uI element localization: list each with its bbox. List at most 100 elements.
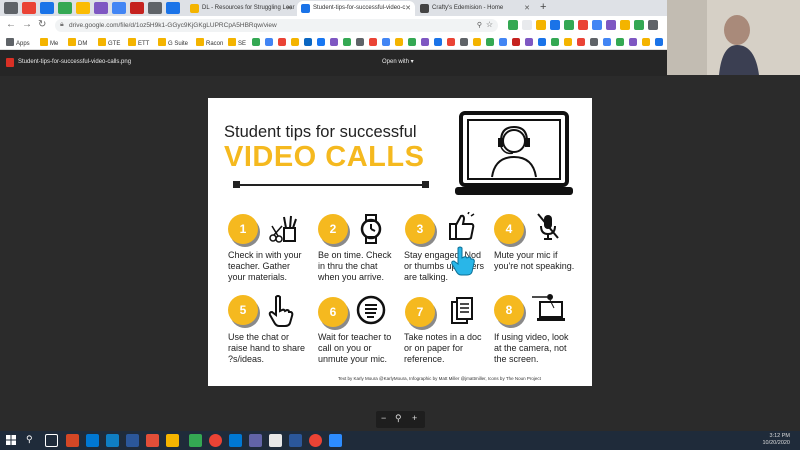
bookmark-icon[interactable] (512, 38, 520, 46)
edge-icon[interactable] (106, 434, 119, 447)
bookmark-gsuite[interactable]: G Suite (158, 38, 188, 47)
app-icon[interactable] (86, 434, 99, 447)
outlook-icon[interactable] (229, 434, 242, 447)
bookmark-icon[interactable] (317, 38, 325, 46)
extension-icon[interactable] (592, 20, 602, 30)
search-icon[interactable]: ⚲ (26, 434, 33, 445)
search-icon[interactable]: ⚲ (477, 21, 482, 29)
file-explorer-icon[interactable] (166, 434, 179, 447)
bookmark-gte[interactable]: GTE (98, 38, 120, 47)
app-icon[interactable] (269, 434, 282, 447)
star-icon[interactable]: ☆ (486, 20, 493, 29)
bookmark-icon[interactable] (382, 38, 390, 46)
bookmark-icon[interactable] (486, 38, 494, 46)
bookmark-icon[interactable] (538, 38, 546, 46)
bookmark-racon[interactable]: Racon (196, 38, 223, 47)
powerpoint-icon[interactable] (66, 434, 79, 447)
bookmark-icon[interactable] (577, 38, 585, 46)
bookmark-icon[interactable] (473, 38, 481, 46)
pinned-tab-icon[interactable] (40, 2, 54, 14)
teams-icon[interactable] (249, 434, 262, 447)
bookmark-dm[interactable]: DM (68, 38, 87, 47)
bookmark-icon[interactable] (525, 38, 533, 46)
zoom-icon[interactable] (329, 434, 342, 447)
pinned-tab-icon[interactable] (58, 2, 72, 14)
extension-icon[interactable] (634, 20, 644, 30)
extension-icon[interactable] (536, 20, 546, 30)
bookmark-icon[interactable] (499, 38, 507, 46)
bookmark-icon[interactable] (460, 38, 468, 46)
close-icon[interactable]: ✕ (286, 4, 292, 12)
word-icon[interactable] (289, 434, 302, 447)
bookmark-icon[interactable] (642, 38, 650, 46)
tab-resources[interactable]: DL - Resources for Struggling Lear ✕ (186, 1, 296, 16)
windows-taskbar: ⚲ 3:12 PM 10/20/2020 (0, 431, 800, 450)
back-icon[interactable]: ← (6, 19, 16, 30)
close-icon[interactable]: ✕ (405, 4, 411, 12)
bookmark-icon[interactable] (369, 38, 377, 46)
system-clock[interactable]: 3:12 PM 10/20/2020 (762, 433, 790, 447)
windows-start-icon[interactable] (6, 435, 16, 445)
extension-icon[interactable] (550, 20, 560, 30)
drive-icon[interactable] (76, 2, 90, 14)
extension-icon[interactable] (620, 20, 630, 30)
address-bar[interactable]: 🔒︎ drive.google.com/file/d/1oz5H9k1-GGyc… (55, 19, 498, 32)
bookmark-icon[interactable] (304, 38, 312, 46)
bookmark-se[interactable]: SE (228, 38, 246, 47)
bookmark-icon[interactable] (655, 38, 663, 46)
zoom-out-button[interactable]: − (381, 413, 386, 423)
bookmark-icon[interactable] (343, 38, 351, 46)
task-view-icon[interactable] (45, 434, 58, 447)
bookmark-icon[interactable] (265, 38, 273, 46)
bookmark-icon[interactable] (434, 38, 442, 46)
pinned-tab-icon[interactable] (112, 2, 126, 14)
bookmark-icon[interactable] (408, 38, 416, 46)
folder-icon (128, 38, 136, 46)
extension-icon[interactable] (522, 20, 532, 30)
bookmark-icon[interactable] (278, 38, 286, 46)
chrome-icon[interactable] (209, 434, 222, 447)
reload-icon[interactable]: ↻ (38, 19, 46, 30)
zoom-icon[interactable]: ⚲ (395, 413, 402, 424)
open-with-button[interactable]: Open with ▾ (382, 58, 414, 65)
pinned-tab-icon[interactable] (94, 2, 108, 14)
tab-craftys[interactable]: Crafty's Edemision - Home ✕ (416, 1, 534, 16)
bookmark-apps[interactable]: Apps (6, 38, 30, 47)
extension-icon[interactable] (578, 20, 588, 30)
bookmark-icon[interactable] (564, 38, 572, 46)
tab-student-tips[interactable]: Student-tips-for-successful-video-c ✕ (297, 1, 415, 16)
bookmark-me[interactable]: Me (40, 38, 58, 47)
bookmark-icon[interactable] (616, 38, 624, 46)
docs-icon (190, 4, 199, 13)
bookmark-icon[interactable] (447, 38, 455, 46)
gmail-icon[interactable] (22, 2, 36, 14)
bookmark-icon[interactable] (421, 38, 429, 46)
forward-icon[interactable]: → (22, 19, 32, 30)
bookmark-icon[interactable] (356, 38, 364, 46)
zoom-in-button[interactable]: + (412, 413, 417, 423)
bookmark-icon[interactable] (252, 38, 260, 46)
app-icon[interactable] (146, 434, 159, 447)
pinned-tab-icon[interactable] (166, 2, 180, 14)
lock-icon: 🔒︎ (60, 21, 64, 28)
extension-icon[interactable] (508, 20, 518, 30)
new-tab-button[interactable]: + (540, 1, 546, 13)
bookmark-icon[interactable] (629, 38, 637, 46)
chrome-icon[interactable] (309, 434, 322, 447)
bookmark-icon[interactable] (330, 38, 338, 46)
extension-icon[interactable] (648, 20, 658, 30)
pinned-tab-icon[interactable] (130, 2, 144, 14)
bookmark-ett[interactable]: ETT (128, 38, 149, 47)
close-icon[interactable]: ✕ (524, 4, 530, 12)
pinned-tab-icon[interactable] (148, 2, 162, 14)
bookmark-icon[interactable] (551, 38, 559, 46)
app-icon[interactable] (126, 434, 139, 447)
extension-icon[interactable] (564, 20, 574, 30)
pinned-tab-icon[interactable] (4, 2, 18, 14)
bookmark-icon[interactable] (590, 38, 598, 46)
bookmark-icon[interactable] (291, 38, 299, 46)
bookmark-icon[interactable] (603, 38, 611, 46)
extension-icon[interactable] (606, 20, 616, 30)
app-icon[interactable] (189, 434, 202, 447)
bookmark-icon[interactable] (395, 38, 403, 46)
